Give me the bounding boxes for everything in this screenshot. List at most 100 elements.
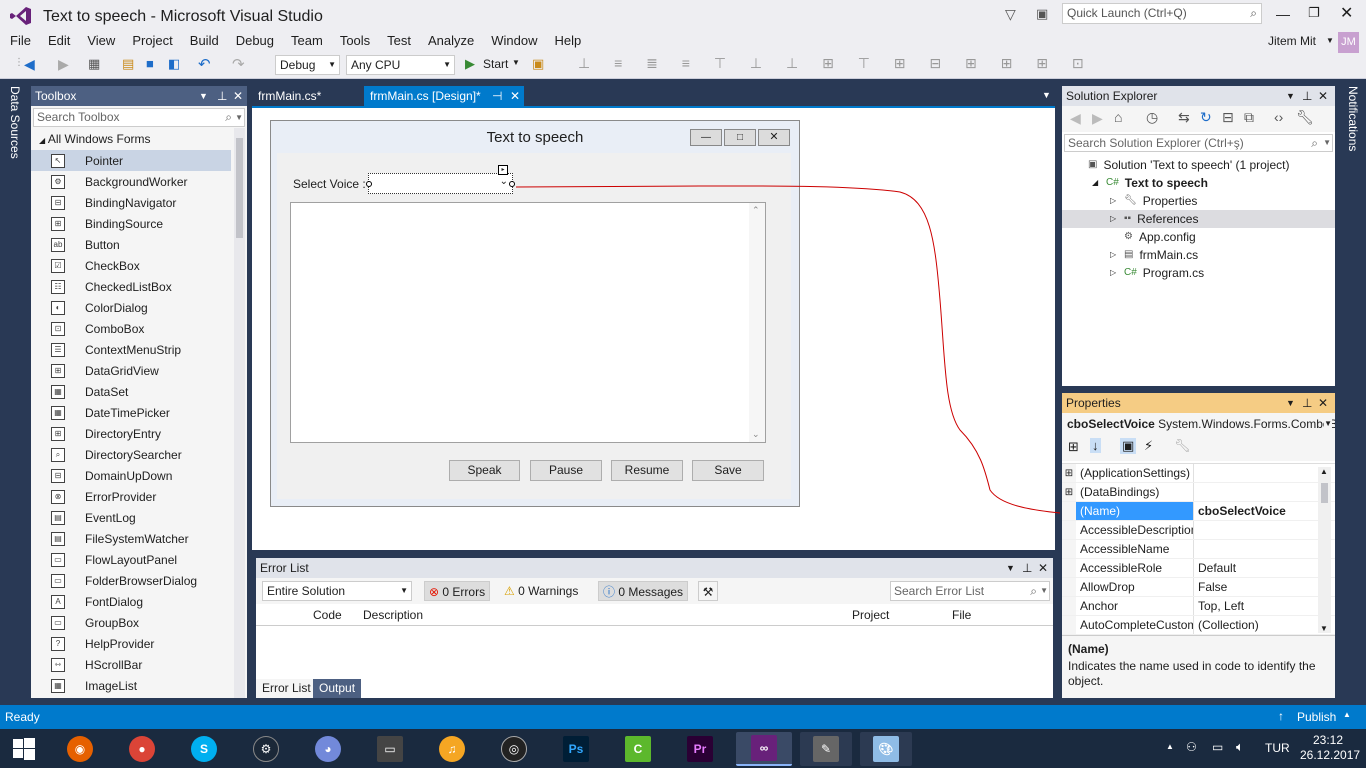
toolbox-item-groupbox[interactable]: ▭ GroupBox [31,612,231,633]
messages-filter-button[interactable]: ⓘ 0 Messages [598,581,689,601]
start-button[interactable]: Start [483,57,508,71]
property-value[interactable] [1193,540,1316,558]
speak-button[interactable]: Speak [449,460,520,481]
collapse-all-icon[interactable]: ⊟ [1222,109,1234,126]
firefox-app[interactable]: ◉ [58,732,102,766]
resize-handle[interactable] [366,181,372,187]
toolbox-item-dataset[interactable]: ▦ DataSet [31,381,231,402]
expand-icon[interactable]: ▷ [1110,192,1118,210]
tree-item-2[interactable]: ▷ 🔧︎ Properties [1062,192,1335,210]
feedback-icon[interactable]: ▣ [1036,6,1048,22]
dropdown-icon[interactable]: ▼ [199,86,208,106]
column-description[interactable]: Description [363,608,423,622]
column-code[interactable]: Code [313,608,342,622]
error-search-input[interactable]: Search Error List ⌕ ▼ [890,581,1050,601]
view-code-icon[interactable]: ‹› [1274,109,1283,125]
menu-analyze[interactable]: Analyze [428,33,482,53]
speech-textbox[interactable]: ⌃ ⌄ [290,202,766,443]
tree-item-1[interactable]: ◢ C# Text to speech [1062,174,1335,192]
home-icon[interactable]: ⌂ [1114,109,1122,125]
property-value[interactable] [1193,521,1316,539]
paint-app[interactable]: 🎨︎ [860,732,912,766]
user-name[interactable]: Jitem Mit [1268,34,1316,48]
properties-wrench-icon[interactable]: 🔧︎ [1296,109,1314,126]
chevron-up-icon[interactable]: ▲ [1343,710,1351,719]
skype-app[interactable]: S [182,732,226,766]
chevron-down-icon[interactable]: ▼ [1320,624,1328,633]
close-icon[interactable]: ✕ [1318,86,1328,106]
designer-surface[interactable]: Text to speech — □ ✕ Select Voice : ⌄ ▸ … [252,106,1055,550]
dropdown-icon[interactable]: ▼ [1286,86,1295,106]
property-value[interactable]: False [1193,578,1316,596]
menu-project[interactable]: Project [132,33,180,53]
object-selector[interactable]: cboSelectVoice System.Windows.Forms.Comb… [1062,413,1335,435]
property-row[interactable]: (Name) cboSelectVoice [1062,502,1335,521]
sync-icon[interactable]: ⇆ [1178,109,1190,126]
steam-app[interactable]: ⚙ [244,732,288,766]
toolbox-item-bindingnavigator[interactable]: ⊟ BindingNavigator [31,192,231,213]
toolbox-item-bindingsource[interactable]: ⊞ BindingSource [31,213,231,234]
toolbox-item-folderbrowserdialog[interactable]: ▭ FolderBrowserDialog [31,570,231,591]
toolbox-item-flowlayoutpanel[interactable]: ▭ FlowLayoutPanel [31,549,231,570]
quick-launch-input[interactable]: Quick Launch (Ctrl+Q) ⌕ [1062,3,1262,24]
open-icon[interactable]: ▤ [122,56,134,72]
filter-icon[interactable]: ▽ [1005,6,1016,23]
toolbox-item-contextmenustrip[interactable]: ☰ ContextMenuStrip [31,339,231,360]
properties-icon[interactable]: ▣ [1120,438,1137,454]
expand-icon[interactable]: ▷ [1110,210,1118,228]
menu-help[interactable]: Help [555,33,590,53]
menu-team[interactable]: Team [291,33,331,53]
pause-button[interactable]: Pause [530,460,602,481]
close-icon[interactable]: ✕ [1038,558,1048,578]
publish-button[interactable]: Publish [1297,710,1336,724]
menu-file[interactable]: File [10,33,39,53]
close-icon[interactable]: ✕ [233,86,243,106]
app-icon[interactable]: ✎ [800,732,852,766]
dropdown-icon[interactable]: ▼ [1286,393,1295,413]
toolbox-item-filesystemwatcher[interactable]: ▤ FileSystemWatcher [31,528,231,549]
undo-icon[interactable]: ↶ [198,55,211,73]
tree-item-3[interactable]: ▷ ▪▪ References [1062,210,1335,228]
categorized-icon[interactable]: ⊞ [1068,439,1079,455]
column-project[interactable]: Project [852,608,889,622]
close-button[interactable]: ✕ [1340,3,1353,23]
save-icon[interactable]: ■ [146,56,154,71]
property-value[interactable]: Top, Left [1193,597,1316,615]
toolbox-item-directoryentry[interactable]: ⊞ DirectoryEntry [31,423,231,444]
tab-output[interactable]: Output [313,679,362,698]
tab-frmmain-design[interactable]: frmMain.cs [Design]* ⊣ ✕ [364,86,524,106]
pin-icon[interactable]: ⊥ [1302,393,1312,413]
visual-studio-app[interactable]: ∞ [736,732,792,766]
notifications-tab[interactable]: Notifications [1340,86,1366,166]
tab-error-list[interactable]: Error List [256,679,317,698]
chevron-up-icon[interactable]: ▲ [1320,467,1328,476]
camtasia-app[interactable]: C [616,732,660,766]
chevron-down-icon[interactable]: ▼ [1326,36,1334,45]
expand-icon[interactable]: ⊞ [1062,483,1076,501]
show-all-files-icon[interactable]: ⧉ [1244,109,1254,126]
tree-item-5[interactable]: ▷ ▤ frmMain.cs [1062,246,1335,264]
form-close-button[interactable]: ✕ [758,129,790,146]
expand-icon[interactable]: ▷ [1110,246,1118,264]
tab-frmmain-cs[interactable]: frmMain.cs* [252,86,327,106]
discord-app[interactable]: ◕ [306,732,350,766]
new-project-icon[interactable]: ▦ [88,56,100,72]
photoshop-app[interactable]: Ps [554,732,598,766]
expand-icon[interactable]: ⊞ [1062,464,1076,482]
minimize-button[interactable]: — [1276,6,1290,22]
menu-edit[interactable]: Edit [48,33,78,53]
redo-icon[interactable]: ↷ [232,55,245,73]
property-row[interactable]: ⊞ (ApplicationSettings) [1062,464,1335,483]
pin-icon[interactable]: ⊥ [1302,86,1312,106]
close-icon[interactable]: ✕ [1318,393,1328,413]
property-value[interactable] [1193,483,1316,501]
menu-build[interactable]: Build [190,33,227,53]
tree-item-6[interactable]: ▷ C# Program.cs [1062,264,1335,282]
menu-tools[interactable]: Tools [340,33,378,53]
toolbox-item-datagridview[interactable]: ⊞ DataGridView [31,360,231,381]
pin-icon[interactable]: ⊥ [1022,558,1032,578]
chevron-down-icon[interactable]: ⌄ [752,429,760,440]
resume-button[interactable]: Resume [611,460,683,481]
toolbox-scrollbar[interactable] [234,128,245,698]
property-row[interactable]: AccessibleDescription [1062,521,1335,540]
